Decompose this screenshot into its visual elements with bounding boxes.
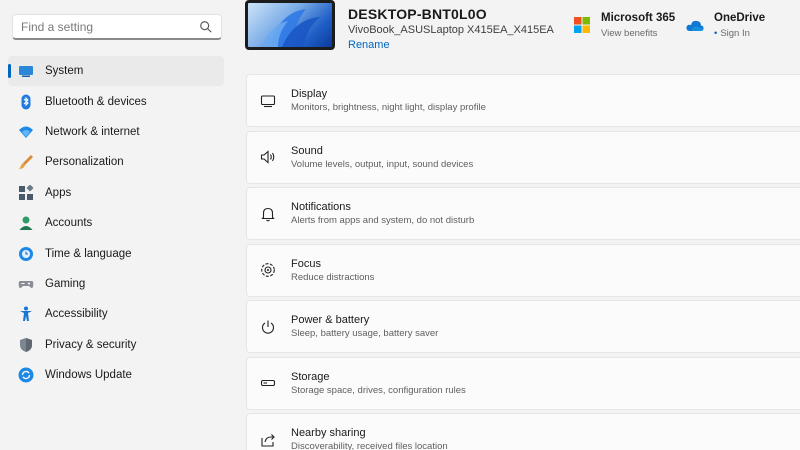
card-sound[interactable]: Sound Volume levels, output, input, soun… [246,130,800,184]
sidebar-item-time-language[interactable]: Time & language [8,238,224,268]
wifi-icon [17,123,35,141]
card-subtitle: Sleep, battery usage, battery saver [291,328,439,339]
card-subtitle: Discoverability, received files location [291,441,448,450]
display-icon [259,92,277,110]
card-storage[interactable]: Storage Storage space, drives, configura… [246,356,800,410]
bloom-wallpaper-icon [262,9,320,47]
sidebar-item-network[interactable]: Network & internet [8,117,224,147]
card-title: Sound [291,144,323,157]
card-focus[interactable]: Focus Reduce distractions [246,243,800,297]
sidebar-item-label: Bluetooth & devices [45,95,147,108]
sidebar-item-label: Gaming [45,277,86,290]
card-title: Power & battery [291,314,370,326]
card-notifications[interactable]: Notifications Alerts from apps and syste… [246,187,800,240]
ms365-title[interactable]: Microsoft 365 [601,12,675,24]
sidebar-item-system[interactable]: System [8,56,224,87]
device-wallpaper-thumbnail [245,0,335,50]
search-input[interactable]: Find a setting [12,14,222,40]
card-subtitle: Reduce distractions [291,271,375,283]
brush-icon [17,153,35,171]
settings-card-list: Display Monitors, brightness, night ligh… [246,74,800,450]
search-placeholder: Find a setting [21,19,94,34]
sidebar-item-label: Network & internet [45,125,140,138]
card-title: Display [291,88,328,100]
sidebar-item-accounts[interactable]: Accounts [8,208,224,238]
sidebar-item-label: Apps [45,186,72,199]
person-icon [17,214,35,232]
search-icon [200,20,212,33]
apps-icon [17,184,35,202]
onedrive-cloud-icon [686,20,704,31]
storage-icon [259,374,277,392]
sidebar-item-label: System [45,65,84,78]
sidebar-item-windows-update[interactable]: Windows Update [8,360,224,390]
shield-icon [17,336,35,354]
bullet-icon: • [714,28,718,39]
sidebar-item-label: Accounts [45,217,93,230]
card-subtitle: Volume levels, output, input, sound devi… [291,158,474,170]
onedrive-subtitle[interactable]: • Sign In [714,28,750,39]
bluetooth-icon [17,93,35,111]
focus-icon [259,261,277,279]
sidebar: Find a setting System Bluetooth & device… [0,0,232,450]
sidebar-item-bluetooth[interactable]: Bluetooth & devices [8,86,224,116]
monitor-icon [17,62,35,80]
card-nearby-sharing[interactable]: Nearby sharing Discoverability, received… [246,413,800,450]
gamepad-icon [17,275,35,293]
card-power-battery[interactable]: Power & battery Sleep, battery usage, ba… [246,300,800,353]
update-icon [17,366,35,384]
card-title: Nearby sharing [291,427,366,439]
bell-icon [259,205,277,223]
device-model: VivoBook_ASUSLaptop X415EA_X415EA [348,24,554,36]
power-icon [259,318,277,336]
sidebar-item-privacy[interactable]: Privacy & security [8,330,224,360]
sidebar-item-label: Personalization [45,156,124,169]
microsoft-logo-icon [574,17,590,33]
card-subtitle: Alerts from apps and system, do not dist… [291,215,475,226]
onedrive-title[interactable]: OneDrive [714,12,765,24]
sidebar-item-label: Privacy & security [45,338,137,351]
ms365-subtitle[interactable]: View benefits [601,28,657,39]
speaker-icon [259,148,277,166]
sidebar-nav: System Bluetooth & devices Network & int… [8,56,224,390]
onedrive-signin-label: Sign In [720,28,750,39]
sidebar-item-apps[interactable]: Apps [8,178,224,208]
sidebar-item-label: Accessibility [45,308,108,321]
accessibility-icon [17,305,35,323]
rename-link[interactable]: Rename [348,39,390,51]
sidebar-item-label: Time & language [45,247,132,260]
card-subtitle: Monitors, brightness, night light, displ… [291,102,486,113]
card-title: Focus [291,257,321,270]
sidebar-item-personalization[interactable]: Personalization [8,147,224,177]
sidebar-item-accessibility[interactable]: Accessibility [8,299,224,329]
sidebar-item-label: Windows Update [45,369,132,382]
device-name: DESKTOP-BNT0L0O [348,6,487,22]
card-display[interactable]: Display Monitors, brightness, night ligh… [246,74,800,127]
share-icon [259,431,277,449]
card-subtitle: Storage space, drives, configuration rul… [291,384,466,396]
card-title: Notifications [291,201,351,213]
globe-clock-icon [17,245,35,263]
card-title: Storage [291,370,330,383]
sidebar-item-gaming[interactable]: Gaming [8,269,224,299]
